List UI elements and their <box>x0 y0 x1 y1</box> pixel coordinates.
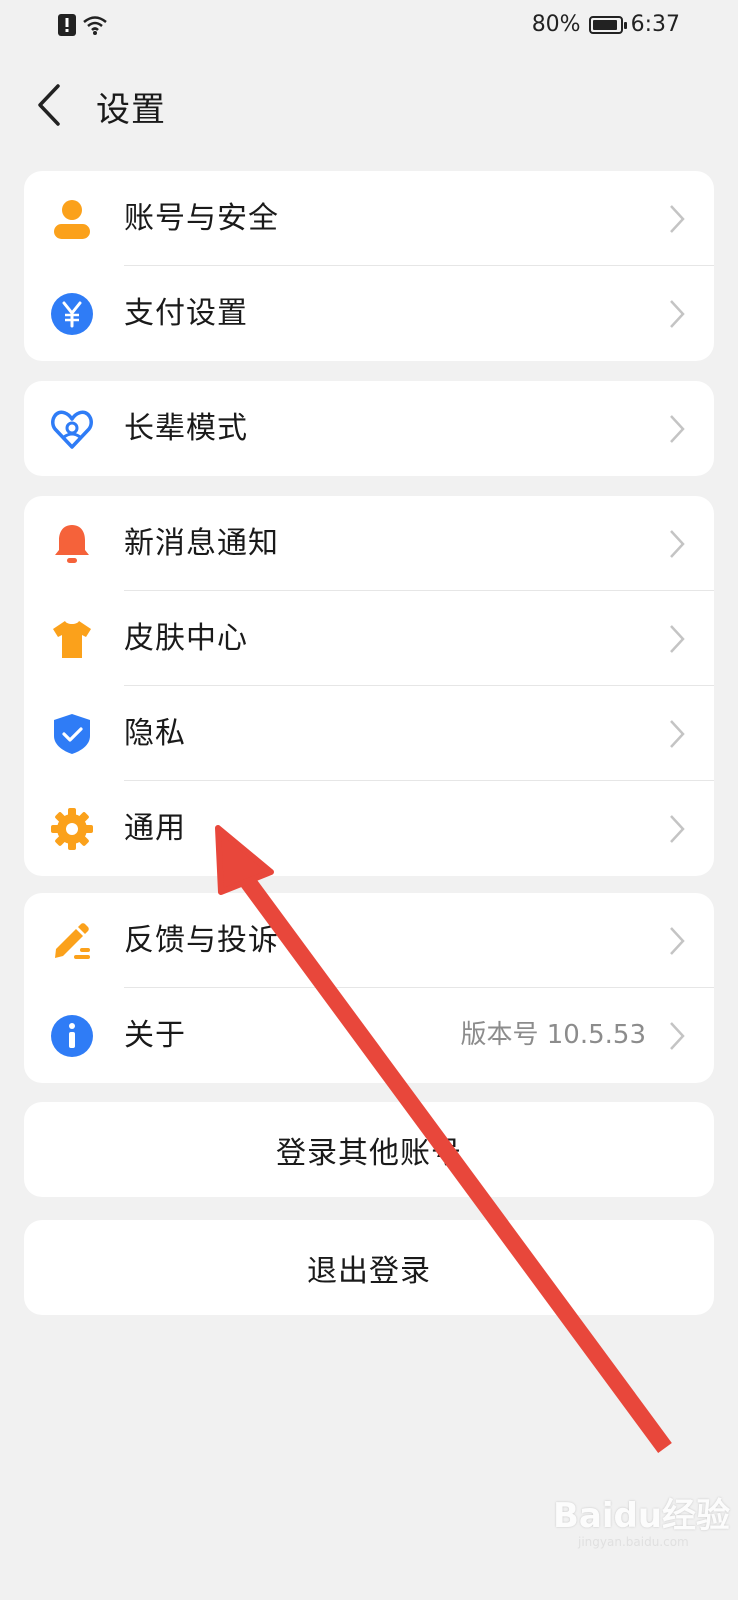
bell-icon <box>55 525 89 563</box>
alert-icon <box>58 14 76 36</box>
elder-mode-item[interactable]: 长辈模式 <box>24 381 714 476</box>
chevron-right-icon <box>670 530 685 558</box>
logout-button[interactable]: 退出登录 <box>24 1220 714 1315</box>
chevron-right-icon <box>670 815 685 843</box>
chevron-right-icon <box>670 927 685 955</box>
chevron-right-icon <box>670 415 685 443</box>
chevron-right-icon <box>670 720 685 748</box>
header: 设置 <box>0 70 738 140</box>
person-icon <box>54 200 90 239</box>
wifi-icon <box>83 16 107 35</box>
battery-percent: 80% <box>531 12 581 37</box>
chevron-right-icon <box>670 205 685 233</box>
notification-item[interactable]: 新消息通知 <box>24 496 714 591</box>
status-bar: 80% 6:37 <box>0 0 738 56</box>
item-label: 皮肤中心 <box>124 621 248 656</box>
version-text: 版本号 10.5.53 <box>460 1020 646 1050</box>
heart-icon <box>51 410 93 449</box>
pencil-icon <box>55 923 90 959</box>
item-label: 关于 <box>124 1018 186 1053</box>
feedback-item[interactable]: 反馈与投诉 <box>24 893 714 988</box>
shield-icon <box>54 714 90 754</box>
battery-icon <box>588 15 627 34</box>
payment-settings-item[interactable]: 支付设置 <box>24 266 714 361</box>
info-icon <box>51 1015 93 1057</box>
shirt-icon <box>53 621 91 658</box>
account-group: 账号与安全 支付设置 <box>24 171 714 361</box>
gear-icon <box>51 808 93 850</box>
elder-mode-group: 长辈模式 <box>24 381 714 476</box>
baidu-watermark: Baidu经验 <box>553 1496 731 1536</box>
item-label: 支付设置 <box>124 296 248 331</box>
item-label: 长辈模式 <box>124 411 248 446</box>
about-item[interactable]: 关于 版本号 10.5.53 <box>24 988 714 1083</box>
clock: 6:37 <box>630 12 680 37</box>
general-item[interactable]: 通用 <box>24 781 714 876</box>
preferences-group: 新消息通知 皮肤中心 隐私 通用 <box>24 496 714 876</box>
watermark-url: jingyan.baidu.com <box>578 1535 689 1549</box>
button-label: 登录其他账号 <box>276 1135 462 1171</box>
skin-center-item[interactable]: 皮肤中心 <box>24 591 714 686</box>
back-arrow-icon[interactable] <box>32 80 66 130</box>
item-label: 隐私 <box>124 716 186 751</box>
item-label: 通用 <box>124 811 186 846</box>
account-security-item[interactable]: 账号与安全 <box>24 171 714 266</box>
item-label: 反馈与投诉 <box>124 923 279 958</box>
item-label: 账号与安全 <box>124 201 279 236</box>
privacy-item[interactable]: 隐私 <box>24 686 714 781</box>
support-group: 反馈与投诉 关于 版本号 10.5.53 <box>24 893 714 1083</box>
chevron-right-icon <box>670 625 685 653</box>
chevron-right-icon <box>670 300 685 328</box>
page-title: 设置 <box>96 90 166 130</box>
switch-account-button[interactable]: 登录其他账号 <box>24 1102 714 1197</box>
chevron-right-icon <box>670 1022 685 1050</box>
button-label: 退出登录 <box>307 1253 431 1289</box>
yen-icon <box>51 293 93 335</box>
item-label: 新消息通知 <box>124 526 279 561</box>
